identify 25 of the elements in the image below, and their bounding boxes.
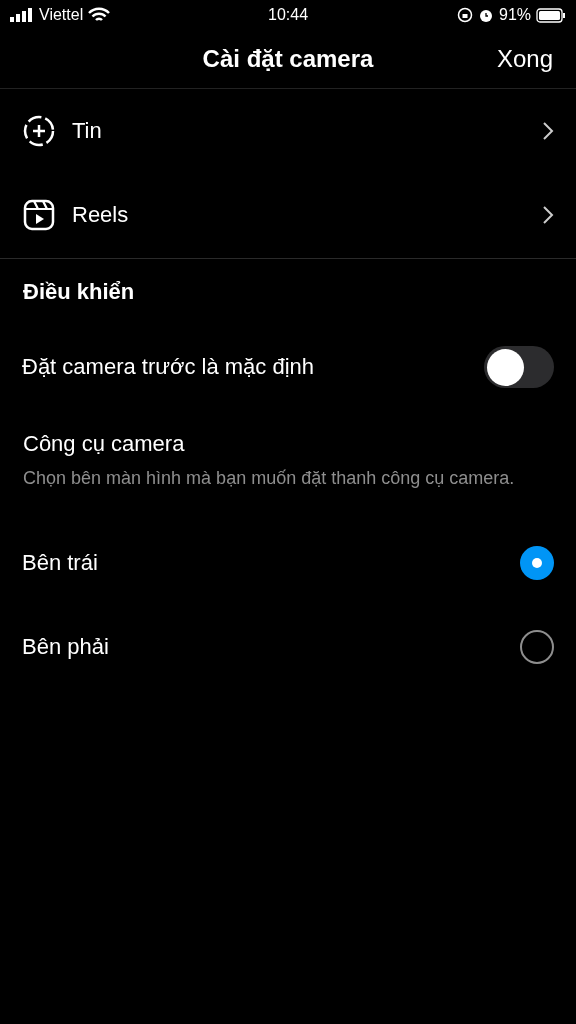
reels-icon [22,198,56,232]
menu-item[interactable]: Tin [0,89,576,173]
wifi-icon [88,7,111,23]
alarm-icon [478,7,494,23]
battery-percent: 91% [499,6,531,24]
rotation-lock-icon [457,7,473,23]
screen-title: Cài đặt camera [202,45,374,73]
radio-button[interactable] [520,630,554,664]
chevron-icon [542,121,554,141]
chevron-icon [542,205,554,225]
battery-icon [536,7,566,23]
signal-icon [10,8,34,22]
done-link[interactable]: Xong [496,45,553,73]
dashed-plus-circle-icon [22,114,56,148]
clock-time: 10:44 [268,6,309,24]
toggle-label: Đặt camera trước là mặc định [22,354,316,380]
setting-description: Chọn bên màn hình mà bạn muốn đặt thanh công cụ camera. [23,467,516,490]
carrier-name: Viettel [39,6,84,24]
option-label: Bên trái [22,550,99,576]
setting-title: Công cụ camera [23,431,186,457]
menu-item[interactable]: Reels [0,173,576,257]
radio-button[interactable] [520,546,554,580]
section-heading: Điều khiển [22,278,136,306]
option-label: Bên phải [22,634,110,660]
toggle-switch[interactable] [484,346,554,388]
